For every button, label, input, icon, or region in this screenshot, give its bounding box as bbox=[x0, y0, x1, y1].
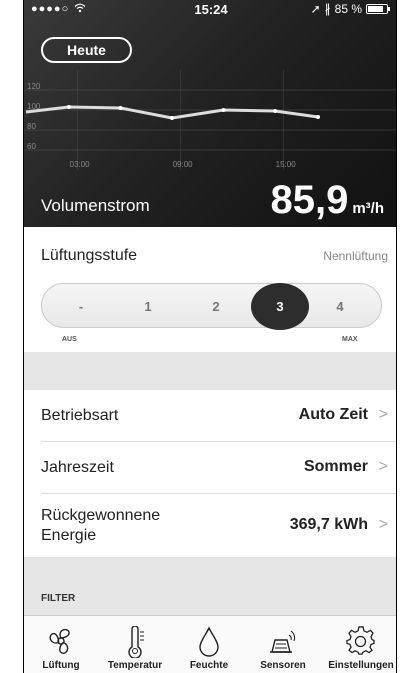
hero-panel: ●●●●○ 15:24 ➚ ∦ 85 % Heute 120 100 80 60 03:… bbox=[24, 0, 396, 227]
metric-label: Volumenstrom bbox=[41, 196, 150, 215]
tab-label: Temperatur bbox=[107, 660, 163, 671]
app-screen: ●●●●○ 15:24 ➚ ∦ 85 % Heute 120 100 80 60 03:… bbox=[23, 0, 397, 673]
ventilation-step-0[interactable]: - bbox=[52, 284, 110, 329]
ventilation-mode: Nennlüftung bbox=[323, 249, 388, 263]
settings-list: Betriebsart Auto Zeit > Jahreszeit Somme… bbox=[24, 390, 396, 557]
metric-number: 85,9 bbox=[270, 178, 349, 222]
thermometer-icon bbox=[128, 626, 144, 658]
tab-feuchte[interactable]: Feuchte bbox=[172, 616, 246, 673]
status-bar: ●●●●○ 15:24 ➚ ∦ 85 % bbox=[24, 0, 396, 20]
x-tick-label: 15:00 bbox=[276, 160, 297, 169]
data-point bbox=[221, 108, 226, 112]
section-divider bbox=[24, 352, 396, 390]
droplet-icon bbox=[199, 626, 219, 657]
ventilation-level-title: Lüftungsstufe bbox=[41, 247, 138, 264]
row-value: Sommer bbox=[303, 458, 368, 475]
row-label: Rückgewonnene Energie bbox=[41, 507, 161, 544]
tab-temperatur[interactable]: Temperatur bbox=[98, 616, 172, 673]
x-tick-label: 03:00 bbox=[70, 160, 91, 169]
day-select-button[interactable]: Heute bbox=[41, 37, 132, 63]
ventilation-step-2[interactable]: 2 bbox=[187, 284, 245, 329]
ventilation-step-1[interactable]: 1 bbox=[119, 284, 177, 329]
chevron-right-icon: > bbox=[378, 516, 388, 533]
data-point bbox=[66, 105, 71, 109]
metric-unit: m³/h bbox=[352, 200, 384, 217]
bluetooth-icon: ∦ bbox=[324, 2, 331, 16]
data-point bbox=[118, 106, 123, 110]
slider-max-label: MAX bbox=[342, 336, 358, 343]
row-value: 369,7 kWh bbox=[289, 516, 368, 533]
tab-einstellungen[interactable]: Einstellungen bbox=[324, 616, 396, 673]
tab-bar: Lüftung Temperatur Feuchte Sensoren Eins… bbox=[24, 615, 396, 673]
y-tick-label: 120 bbox=[27, 82, 41, 91]
chevron-right-icon: > bbox=[378, 406, 388, 423]
status-right: ➚ ∦ 85 % bbox=[310, 2, 390, 16]
fan-icon bbox=[49, 628, 70, 654]
gear-icon bbox=[346, 626, 375, 655]
settings-row-recovered-energy[interactable]: Rückgewonnene Energie 369,7 kWh > bbox=[41, 494, 396, 557]
y-tick-label: 60 bbox=[27, 142, 36, 151]
data-point bbox=[316, 115, 320, 119]
tab-lueftung[interactable]: Lüftung bbox=[24, 616, 98, 673]
tab-label: Sensoren bbox=[260, 660, 306, 671]
location-icon: ➚ bbox=[310, 2, 321, 16]
sensor-icon bbox=[270, 630, 296, 653]
settings-row-season[interactable]: Jahreszeit Sommer > bbox=[41, 442, 396, 494]
filter-label: FILTER bbox=[41, 593, 76, 604]
row-value: Auto Zeit bbox=[298, 406, 368, 423]
tab-label: Feuchte bbox=[189, 660, 229, 671]
data-point bbox=[273, 109, 278, 113]
tab-label: Einstellungen bbox=[328, 660, 394, 671]
volume-flow-chart: 120100806003:00 09:00 15:00 bbox=[24, 70, 396, 170]
row-label: Betriebsart bbox=[41, 407, 119, 424]
settings-row-operating-mode[interactable]: Betriebsart Auto Zeit > bbox=[41, 390, 396, 442]
chevron-right-icon: > bbox=[378, 458, 388, 475]
data-point bbox=[170, 116, 174, 120]
row-label: Jahreszeit bbox=[41, 459, 114, 476]
battery-percent: 85 % bbox=[334, 2, 362, 16]
metric-value: 85,9 m³/h bbox=[270, 178, 384, 223]
filter-section-header: FILTER bbox=[24, 557, 396, 615]
battery-icon bbox=[366, 4, 390, 14]
tab-sensoren[interactable]: Sensoren bbox=[246, 616, 320, 673]
ventilation-step-4[interactable]: 4 bbox=[311, 284, 369, 329]
x-tick-label: 09:00 bbox=[173, 160, 194, 169]
y-tick-label: 80 bbox=[27, 122, 36, 131]
ventilation-level-slider[interactable]: -1234 bbox=[41, 283, 382, 330]
ventilation-step-3[interactable]: 3 bbox=[251, 283, 309, 330]
slider-min-label: AUS bbox=[62, 336, 77, 343]
tab-label: Lüftung bbox=[42, 660, 80, 671]
ventilation-level-section: Lüftungsstufe Nennlüftung -1234 AUS MAX bbox=[24, 227, 396, 352]
